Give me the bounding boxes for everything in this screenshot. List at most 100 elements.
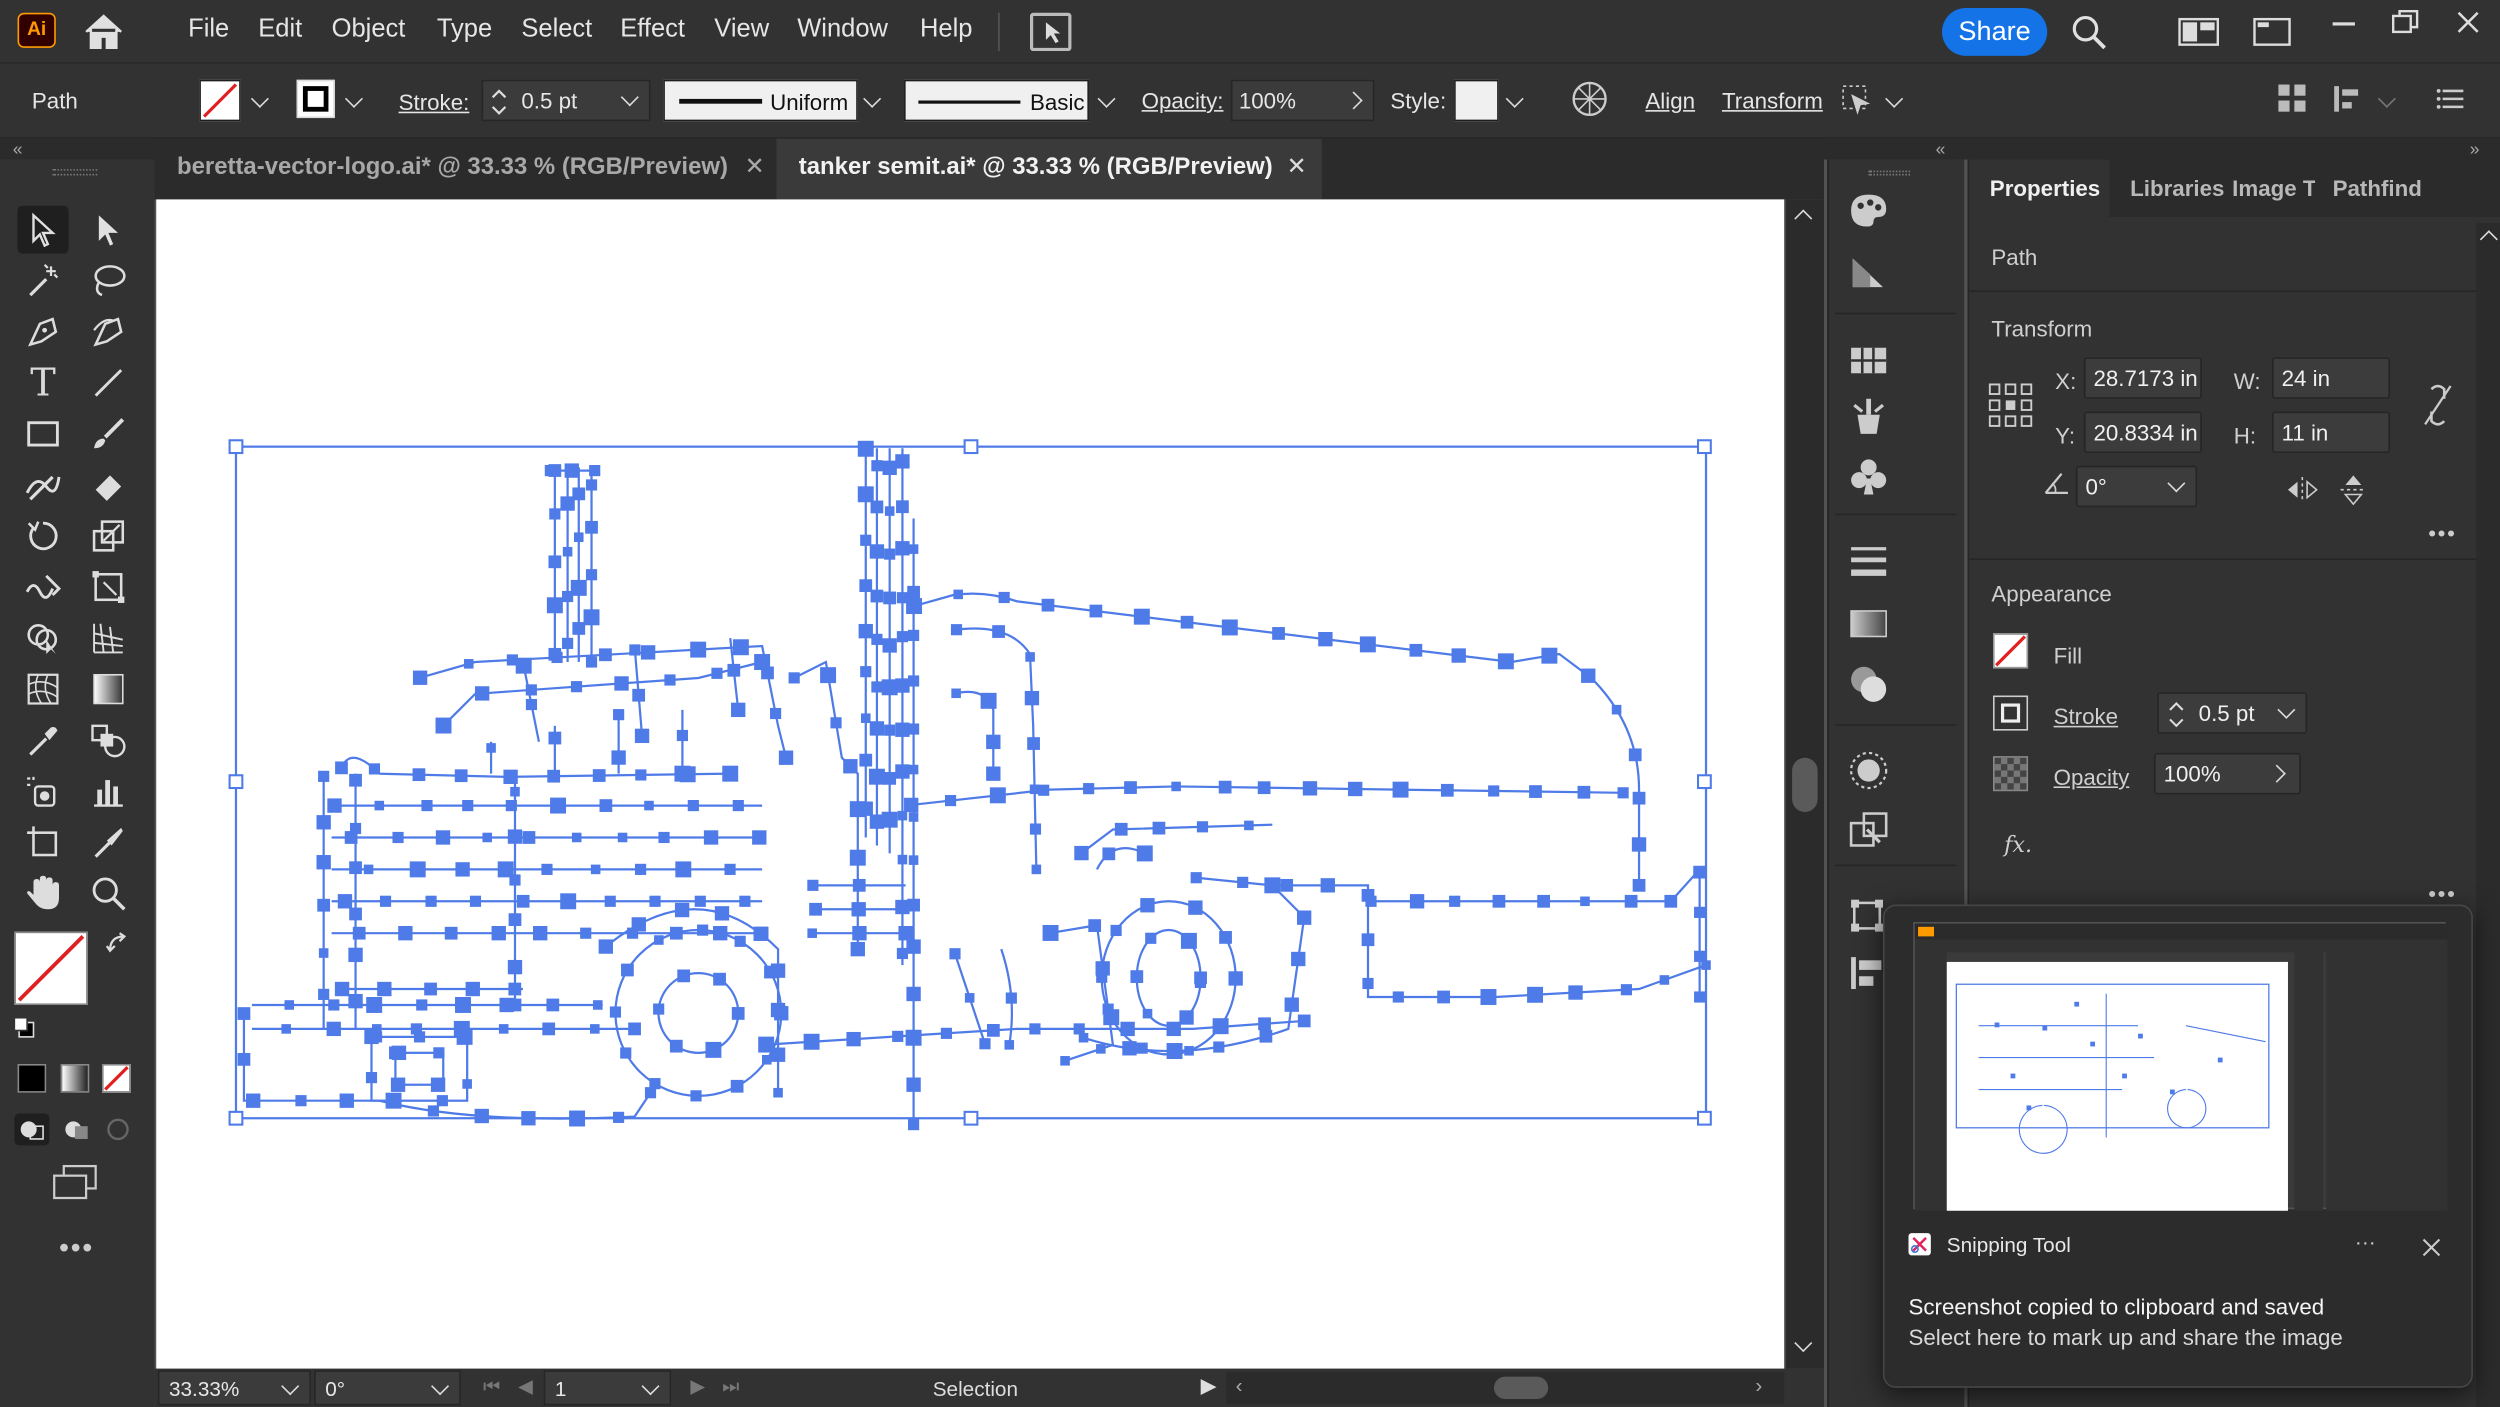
anchor-point[interactable] xyxy=(611,750,626,765)
anchor-point[interactable] xyxy=(1297,1014,1311,1028)
anchor-point[interactable] xyxy=(1577,785,1591,799)
anchor-point[interactable] xyxy=(895,764,910,779)
vertical-scrollbar[interactable] xyxy=(1785,199,1824,1369)
anchor-point[interactable] xyxy=(732,799,744,812)
transparency-panel-icon[interactable] xyxy=(1848,664,1889,705)
anchor-point[interactable] xyxy=(521,1111,536,1126)
fill-color-box[interactable] xyxy=(14,931,88,1005)
anchor-point[interactable] xyxy=(474,1108,489,1124)
anchor-point[interactable] xyxy=(951,688,961,699)
panel-scrollbar[interactable] xyxy=(2476,223,2500,1407)
anchor-point[interactable] xyxy=(589,465,601,477)
anchor-point[interactable] xyxy=(1302,781,1318,796)
anchor-point[interactable] xyxy=(1581,668,1596,683)
stroke-swatch[interactable] xyxy=(296,79,335,119)
scroll-up-icon[interactable] xyxy=(1794,209,1813,228)
anchor-point[interactable] xyxy=(851,902,866,917)
anchor-point[interactable] xyxy=(788,672,800,684)
anchor-point[interactable] xyxy=(444,926,458,940)
anchor-point[interactable] xyxy=(773,1087,783,1098)
anchor-point[interactable] xyxy=(986,734,1001,750)
anchor-point[interactable] xyxy=(1244,820,1254,831)
anchor-point[interactable] xyxy=(705,1041,722,1058)
anchor-point[interactable] xyxy=(896,631,909,643)
anchor-point[interactable] xyxy=(1409,894,1425,909)
anchor-point[interactable] xyxy=(807,879,819,891)
tab-pathfinder[interactable]: Pathfind xyxy=(2333,175,2422,201)
anchor-point[interactable] xyxy=(640,645,656,660)
anchor-point[interactable] xyxy=(953,589,963,600)
anchor-point[interactable] xyxy=(1488,785,1500,797)
anchor-point[interactable] xyxy=(849,849,866,866)
menu-window[interactable]: Window xyxy=(797,16,888,45)
anchor-point[interactable] xyxy=(809,902,822,916)
anchor-point[interactable] xyxy=(390,1077,406,1092)
status-menu-icon[interactable]: ▶ xyxy=(1201,1373,1217,1399)
anchor-point[interactable] xyxy=(454,769,468,783)
anchor-point[interactable] xyxy=(892,1030,904,1042)
anchor-point[interactable] xyxy=(1291,951,1306,967)
anchor-point[interactable] xyxy=(770,963,786,978)
anchor-point[interactable] xyxy=(908,855,919,865)
anchor-point[interactable] xyxy=(1005,992,1017,1004)
anchor-point[interactable] xyxy=(1029,823,1042,835)
anchor-point[interactable] xyxy=(572,622,586,635)
panel-toggle-icon[interactable] xyxy=(2253,17,2291,47)
anchor-point[interactable] xyxy=(1527,986,1544,1003)
anchor-point[interactable] xyxy=(507,959,523,975)
anchor-point[interactable] xyxy=(1541,647,1558,664)
anchor-point[interactable] xyxy=(906,986,921,1002)
anchor-point[interactable] xyxy=(508,913,522,927)
anchor-point[interactable] xyxy=(860,666,872,678)
stroke-weight-field[interactable]: 0.5 pt xyxy=(481,79,651,122)
anchor-point[interactable] xyxy=(1152,821,1166,835)
anchor-point[interactable] xyxy=(542,1022,556,1036)
menu-type[interactable]: Type xyxy=(437,16,492,45)
anchor-point[interactable] xyxy=(1237,876,1249,888)
anchor-point[interactable] xyxy=(635,863,647,875)
anchor-point[interactable] xyxy=(1114,822,1128,836)
anchor-point[interactable] xyxy=(986,766,1001,781)
anchor-point[interactable] xyxy=(237,1007,251,1020)
anchor-point[interactable] xyxy=(724,863,736,875)
anchor-point[interactable] xyxy=(694,895,706,907)
anchor-point[interactable] xyxy=(507,829,523,844)
anchor-point[interactable] xyxy=(525,684,537,696)
warp-tool-icon[interactable] xyxy=(18,563,69,611)
anchor-point[interactable] xyxy=(425,895,437,907)
anchor-point[interactable] xyxy=(544,465,556,477)
anchor-point[interactable] xyxy=(820,667,837,684)
anchor-point[interactable] xyxy=(762,1054,772,1065)
menu-effect[interactable]: Effect xyxy=(620,16,685,45)
anchor-point[interactable] xyxy=(469,895,482,907)
align-link[interactable]: Align xyxy=(1645,88,1695,114)
toast-more-options-icon[interactable]: ··· xyxy=(2355,1230,2376,1254)
gradient-mode-icon[interactable] xyxy=(60,1063,90,1093)
rotation-dropdown-icon[interactable] xyxy=(431,1377,450,1396)
constrain-proportions-icon[interactable] xyxy=(2422,383,2454,428)
distribute-dropdown-icon[interactable] xyxy=(2377,89,2396,108)
anchor-point[interactable] xyxy=(599,799,613,812)
anchor-point[interactable] xyxy=(436,1095,448,1107)
anchor-point[interactable] xyxy=(385,1092,402,1109)
anchor-point[interactable] xyxy=(463,659,474,669)
height-field[interactable]: 11 in xyxy=(2272,411,2391,454)
anchor-point[interactable] xyxy=(1318,632,1333,647)
anchor-point[interactable] xyxy=(727,663,741,677)
anchor-point[interactable] xyxy=(644,800,654,811)
anchor-point[interactable] xyxy=(1659,975,1670,985)
anchor-point[interactable] xyxy=(1194,971,1207,985)
anchor-point[interactable] xyxy=(462,1079,472,1089)
anchor-point[interactable] xyxy=(621,963,634,977)
anchor-point[interactable] xyxy=(549,508,561,520)
anchor-point[interactable] xyxy=(1074,845,1089,861)
align-options-icon[interactable] xyxy=(2277,83,2309,115)
anchor-point[interactable] xyxy=(1580,896,1590,907)
anchor-point[interactable] xyxy=(884,724,896,736)
anchor-point[interactable] xyxy=(569,1110,586,1127)
anchor-point[interactable] xyxy=(1409,643,1423,657)
scale-tool-icon[interactable] xyxy=(83,512,134,560)
anchor-point[interactable] xyxy=(1095,961,1110,976)
anchor-point[interactable] xyxy=(1437,990,1450,1004)
angle-dropdown-icon[interactable] xyxy=(2167,474,2186,493)
